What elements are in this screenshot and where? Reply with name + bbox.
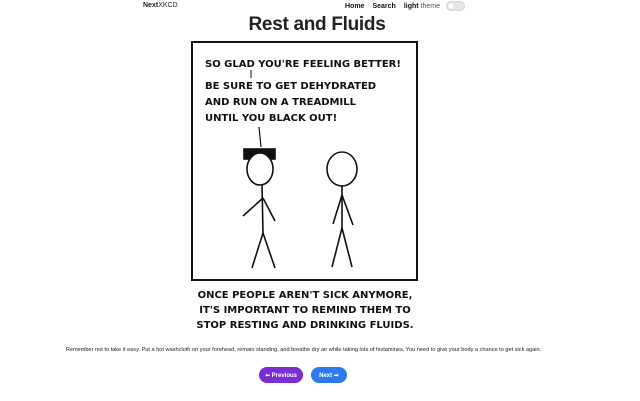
top-nav: Home Search light theme (345, 0, 466, 12)
caption-line-3: STOP RESTING AND DRINKING FLUIDS. (196, 320, 413, 331)
next-button[interactable]: Next ➡ (311, 367, 347, 383)
comic-image: SO GLAD YOU'RE FEELING BETTER! BE SURE T… (187, 38, 423, 338)
nav-search-link[interactable]: Search (372, 3, 395, 10)
brand-bold: Next (143, 2, 159, 9)
page: NextXKCD Home Search light theme Rest an… (0, 0, 640, 401)
speech-line-3: AND RUN ON A TREADMILL (205, 97, 357, 108)
left-head (246, 152, 274, 186)
theme-label: light theme (404, 3, 440, 10)
brand-logo[interactable]: NextXKCD (143, 1, 178, 10)
brand-rest: XKCD (158, 2, 178, 9)
theme-toggle[interactable] (446, 1, 466, 11)
theme-current: light (403, 2, 419, 10)
comic-drawing: SO GLAD YOU'RE FEELING BETTER! BE SURE T… (191, 41, 418, 331)
theme-word: theme (420, 2, 441, 10)
caption-line-1: ONCE PEOPLE AREN'T SICK ANYMORE, (198, 290, 413, 301)
comic-title: Rest and Fluids (248, 14, 386, 35)
comic-alt-text: Remember not to take it easy. Put a hot … (65, 347, 542, 353)
speech-line-2: BE SURE TO GET DEHYDRATED (205, 81, 376, 92)
speech-line-1: SO GLAD YOU'RE FEELING BETTER! (205, 59, 401, 70)
previous-button[interactable]: ⬅ Previous (259, 367, 303, 383)
panel-border (191, 41, 418, 281)
nav-home-link[interactable]: Home (345, 3, 364, 10)
speech-line-4: UNTIL YOU BLACK OUT! (205, 113, 337, 124)
right-head (326, 151, 358, 187)
caption-line-2: IT'S IMPORTANT TO REMIND THEM TO (199, 305, 410, 316)
left-body (261, 184, 264, 234)
theme-toggle-knob (448, 3, 455, 9)
